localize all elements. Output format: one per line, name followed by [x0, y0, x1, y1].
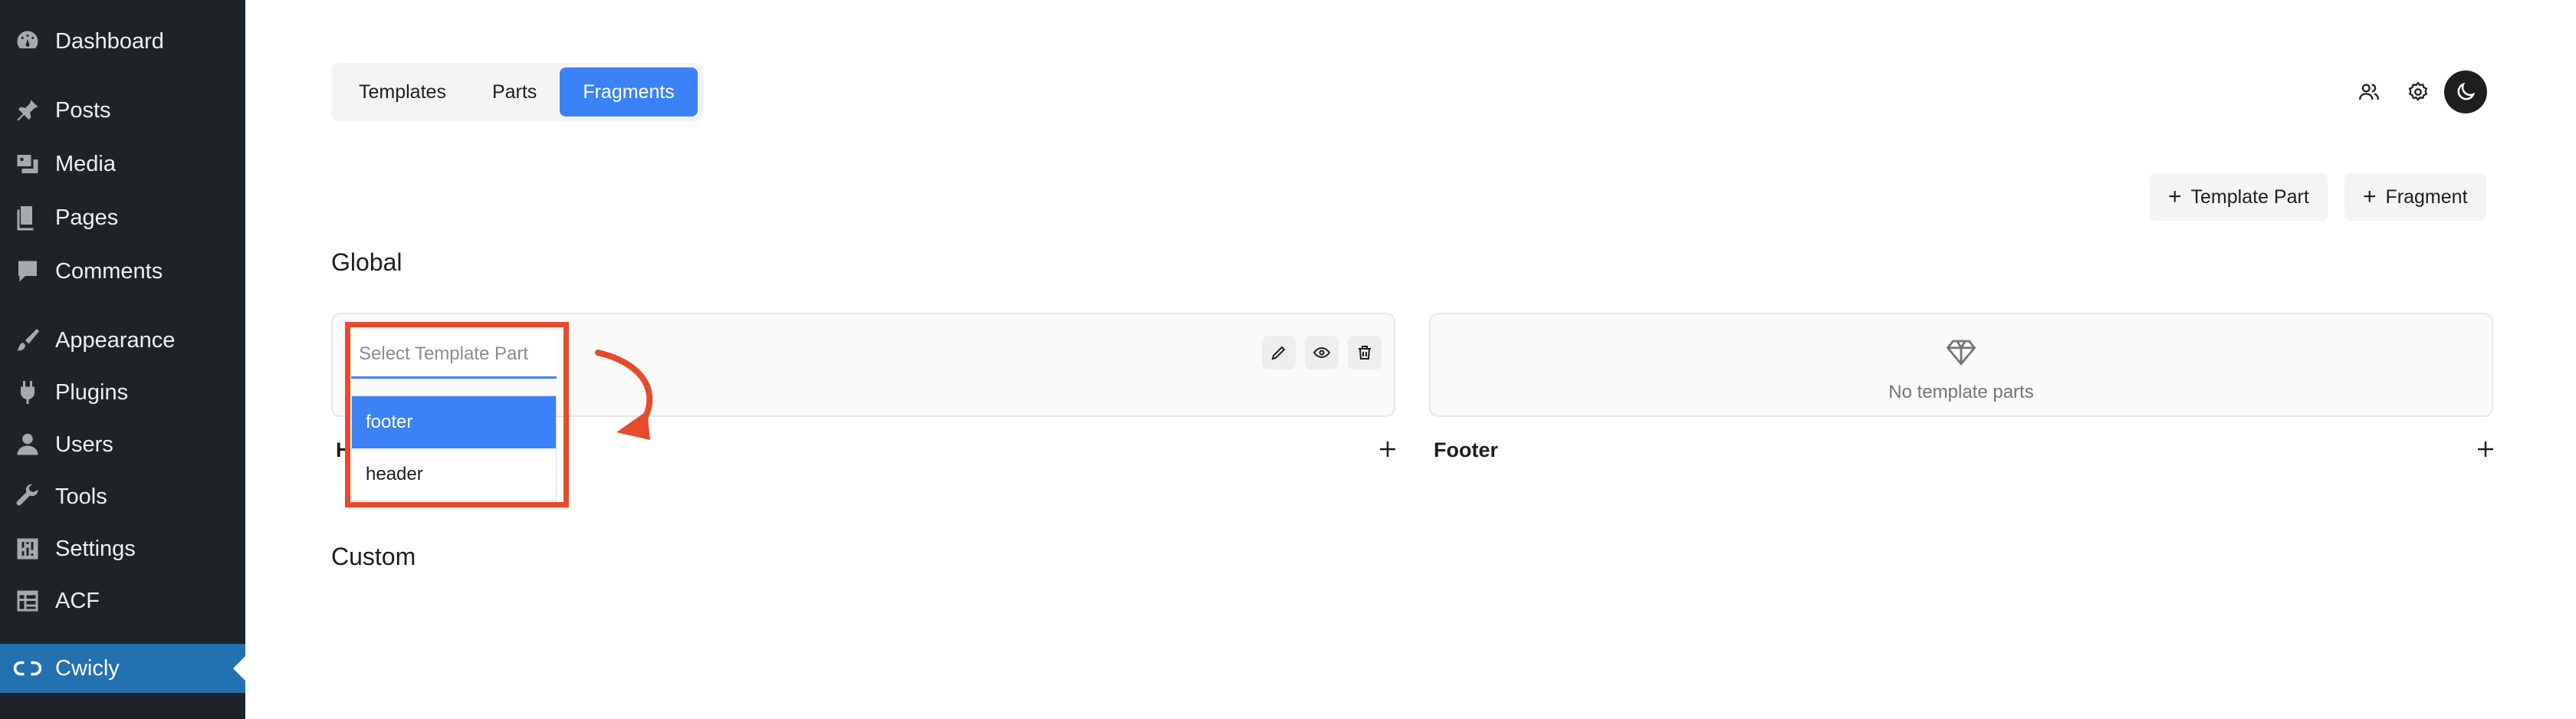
footer-add-button[interactable] [2470, 434, 2501, 465]
sidebar-item-label: Comments [55, 258, 163, 284]
sidebar-item-label: Pages [55, 205, 119, 230]
section-title-global: Global [331, 248, 402, 276]
add-template-part-label: Template Part [2190, 185, 2309, 208]
eye-icon [1313, 346, 1331, 359]
sidebar-item-label: Appearance [55, 327, 176, 353]
comment-icon [12, 256, 43, 287]
users-icon [2359, 84, 2379, 100]
sidebar-item-label: Plugins [55, 379, 129, 405]
diamond-icon [1946, 340, 1976, 366]
sidebar-item-cwicly[interactable]: Cwicly [0, 644, 245, 693]
empty-state-text: No template parts [1888, 382, 2034, 402]
sidebar-item-users[interactable]: Users [0, 420, 245, 469]
edit-button[interactable] [1262, 336, 1296, 369]
plus-icon: + [2363, 184, 2377, 209]
annotation-arrow-icon [595, 350, 653, 440]
pencil-icon [1271, 346, 1286, 360]
media-icon [12, 149, 43, 179]
tab-fragments[interactable]: Fragments [560, 67, 698, 117]
card-actions [1262, 336, 1382, 369]
select-template-part-input[interactable] [351, 331, 557, 379]
pushpin-icon [12, 95, 43, 126]
dropdown-option-footer[interactable]: footer [352, 396, 556, 448]
plus-icon: + [2168, 184, 2182, 209]
settings-icon [12, 534, 43, 564]
add-fragment-label: Fragment [2385, 185, 2468, 208]
sidebar-item-media[interactable]: Media [0, 140, 245, 189]
main-content: Templates Parts Fragments + Template Par… [245, 0, 2576, 719]
sidebar-item-tools[interactable]: Tools [0, 472, 245, 521]
footer-card-label: Footer [1434, 438, 1498, 461]
dropdown-option-header[interactable]: header [352, 448, 556, 501]
user-icon [12, 429, 43, 460]
sidebar-item-comments[interactable]: Comments [0, 247, 245, 296]
header-add-button[interactable] [1372, 434, 1403, 465]
add-fragment-button[interactable]: + Fragment [2344, 173, 2486, 221]
admin-sidebar: Dashboard Posts Media Pages Comments App… [0, 0, 245, 719]
plugin-icon [12, 377, 43, 408]
wrench-icon [12, 481, 43, 512]
sidebar-item-settings[interactable]: Settings [0, 524, 245, 573]
sidebar-item-label: Users [55, 432, 113, 457]
sidebar-item-acf[interactable]: ACF [0, 576, 245, 625]
empty-state: No template parts [1431, 336, 2492, 403]
dashboard-icon [12, 26, 43, 57]
moon-icon [2457, 82, 2476, 100]
sidebar-item-appearance[interactable]: Appearance [0, 316, 245, 365]
plus-icon [1380, 442, 1395, 457]
link-icon [12, 653, 43, 684]
settings-button[interactable] [2397, 71, 2440, 113]
table-icon [12, 586, 43, 616]
plus-icon [2478, 442, 2493, 457]
sidebar-item-label: Media [55, 151, 116, 176]
footer-card: No template parts [1429, 313, 2493, 417]
users-button[interactable] [2348, 71, 2390, 113]
section-title-custom: Custom [331, 543, 416, 570]
sidebar-item-label: Dashboard [55, 28, 164, 54]
template-part-dropdown: footer header [351, 396, 557, 501]
preview-button[interactable] [1305, 336, 1339, 369]
active-menu-pointer [233, 656, 245, 681]
pages-icon [12, 202, 43, 233]
gear-icon [2408, 81, 2428, 101]
sidebar-item-pages[interactable]: Pages [0, 193, 245, 242]
sidebar-item-label: Posts [55, 97, 111, 123]
sidebar-item-label: Tools [55, 484, 107, 509]
tab-templates[interactable]: Templates [336, 67, 469, 117]
paintbrush-icon [12, 325, 43, 356]
sidebar-item-plugins[interactable]: Plugins [0, 368, 245, 417]
sidebar-item-label: Cwicly [55, 655, 120, 681]
sidebar-item-label: Settings [55, 536, 136, 561]
tab-parts[interactable]: Parts [469, 67, 560, 117]
add-template-part-button[interactable]: + Template Part [2150, 173, 2328, 221]
view-tabs: Templates Parts Fragments [331, 63, 704, 121]
sidebar-item-label: ACF [55, 588, 100, 613]
delete-button[interactable] [1348, 336, 1382, 369]
sidebar-item-dashboard[interactable]: Dashboard [0, 17, 245, 66]
trash-icon [1359, 346, 1371, 360]
sidebar-item-posts[interactable]: Posts [0, 86, 245, 135]
dark-mode-button[interactable] [2444, 71, 2487, 113]
